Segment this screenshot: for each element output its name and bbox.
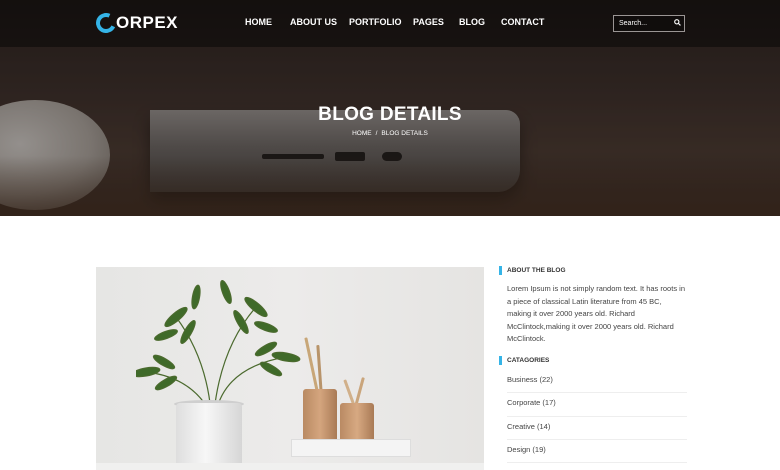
categories-list: Business (22) Corporate (17) Creative (1… [507, 370, 687, 464]
category-item-design[interactable]: Design (19) [507, 440, 687, 464]
categories-widget-title: CATAGORIES [499, 356, 549, 365]
breadcrumb: HOME / BLOG DETAILS [0, 130, 780, 137]
breadcrumb-home[interactable]: HOME [352, 130, 372, 137]
logo-text: ORPEX [116, 13, 179, 32]
logo-c-icon [93, 10, 119, 36]
search-icon[interactable] [670, 19, 684, 28]
plant-leaves [136, 280, 301, 413]
about-widget-text: Lorem Ipsum is not simply random text. I… [507, 284, 685, 343]
nav-pages[interactable]: PAGES [413, 17, 444, 27]
logo[interactable]: ORPEX [93, 10, 179, 36]
nav-portfolio[interactable]: PORTFOLIO [349, 17, 402, 27]
post-featured-image [96, 267, 484, 470]
category-item-corporate[interactable]: Corporate (17) [507, 393, 687, 417]
category-item-creative[interactable]: Creative (14) [507, 417, 687, 440]
nav-contact[interactable]: CONTACT [501, 17, 544, 27]
nav-blog[interactable]: BLOG [459, 17, 485, 27]
nav-about-us[interactable]: ABOUT US [290, 17, 337, 27]
about-widget-title: ABOUT THE BLOG [499, 266, 566, 275]
breadcrumb-separator: / [375, 130, 378, 137]
notebook [291, 439, 411, 457]
breadcrumb-current: BLOG DETAILS [381, 130, 428, 137]
nav-home[interactable]: HOME [245, 17, 272, 27]
plant-pot [176, 403, 242, 470]
table-surface [96, 463, 484, 470]
search-box[interactable]: Search... [613, 15, 685, 32]
page-title: BLOG DETAILS [318, 104, 462, 125]
search-input[interactable]: Search... [619, 20, 670, 27]
category-item-business[interactable]: Business (22) [507, 370, 687, 394]
top-navigation: ORPEX HOME ABOUT US PORTFOLIO PAGES BLOG… [0, 0, 780, 47]
